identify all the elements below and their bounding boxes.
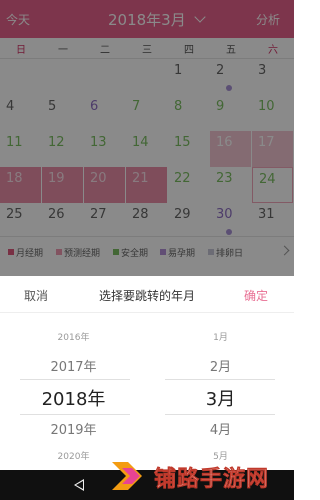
watermark-logo-icon (112, 462, 142, 490)
back-icon[interactable] (74, 479, 84, 491)
year-option-selected[interactable]: 2018年 (0, 385, 147, 411)
year-option[interactable]: 2017年 (0, 356, 147, 375)
selection-divider (20, 414, 130, 415)
year-option[interactable]: 2019年 (0, 419, 147, 438)
year-month-picker: 取消 选择要跳转的年月 确定 2016年 2017年 2018年 2019年 2… (0, 276, 294, 470)
month-option[interactable]: 2月 (147, 356, 294, 375)
selection-divider (165, 414, 275, 415)
picker-toolbar: 取消 选择要跳转的年月 确定 (0, 276, 294, 313)
confirm-button[interactable]: 确定 (244, 287, 268, 304)
watermark-text: 铺路手游网 (154, 467, 270, 493)
month-wheel[interactable]: 1月 2月 3月 4月 5月 (147, 312, 294, 470)
watermark: 铺路手游网 (96, 452, 294, 500)
month-option-selected[interactable]: 3月 (147, 385, 294, 411)
month-option[interactable]: 4月 (147, 419, 294, 438)
year-wheel[interactable]: 2016年 2017年 2018年 2019年 2020年 (0, 312, 147, 470)
modal-overlay[interactable] (0, 0, 294, 276)
year-option[interactable]: 2016年 (0, 330, 147, 343)
selection-divider (165, 379, 275, 380)
selection-divider (20, 379, 130, 380)
month-option[interactable]: 1月 (147, 330, 294, 343)
